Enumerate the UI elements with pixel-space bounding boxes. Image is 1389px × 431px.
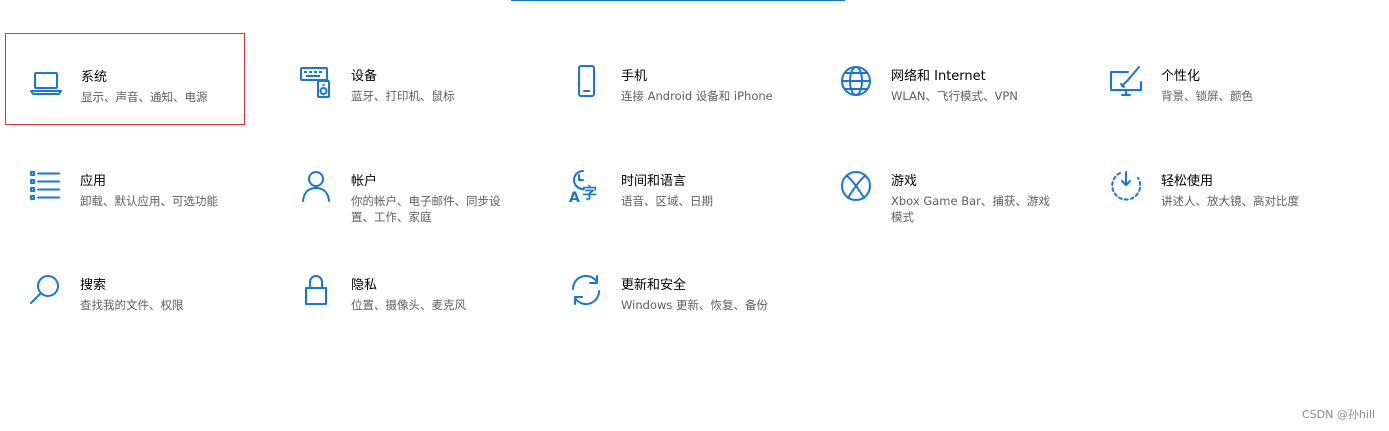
tile-description: 背景、锁屏、颜色 xyxy=(1161,89,1253,103)
tile-title: 轻松使用 xyxy=(1161,174,1214,189)
tile-description: 位置、摄像头、麦克风 xyxy=(351,298,466,312)
tile-description: 你的帐户、电子邮件、同步设置、工作、家庭 xyxy=(351,194,501,224)
time-language-icon: A 字 xyxy=(568,168,604,204)
tile-title: 帐户 xyxy=(351,174,378,189)
tile-description: 语音、区域、日期 xyxy=(621,194,713,208)
tile-description: Xbox Game Bar、捕获、游戏模式 xyxy=(891,194,1050,224)
globe-icon xyxy=(838,63,874,99)
tile-description: 卸载、默认应用、可选功能 xyxy=(80,194,218,208)
tile-title: 隐私 xyxy=(351,278,378,293)
tile-phone[interactable]: 手机 连接 Android 设备和 iPhone xyxy=(546,33,786,125)
tile-title: 网络和 Internet xyxy=(891,69,986,84)
svg-text:A: A xyxy=(569,190,580,204)
tile-time-language[interactable]: A 字 时间和语言 语音、区域、日期 xyxy=(546,138,786,230)
watermark: CSDN @孙hill xyxy=(1302,408,1375,421)
laptop-icon xyxy=(28,64,64,100)
tile-description: Windows 更新、恢复、备份 xyxy=(621,298,768,312)
tile-network[interactable]: 网络和 Internet WLAN、飞行模式、VPN xyxy=(816,33,1056,125)
tile-title: 个性化 xyxy=(1161,69,1201,84)
tile-accounts[interactable]: 帐户 你的帐户、电子邮件、同步设置、工作、家庭 xyxy=(276,138,516,230)
tile-search[interactable]: 搜索 查找我的文件、权限 xyxy=(5,242,245,334)
tile-devices[interactable]: 设备 蓝牙、打印机、鼠标 xyxy=(276,33,516,125)
tile-title: 游戏 xyxy=(891,174,918,189)
tile-personalization[interactable]: 个性化 背景、锁屏、颜色 xyxy=(1086,33,1326,125)
search-icon xyxy=(27,272,63,308)
paint-monitor-icon xyxy=(1108,63,1144,99)
lock-icon xyxy=(298,272,334,308)
tile-title: 搜索 xyxy=(80,278,107,293)
tile-system[interactable]: 系统 显示、声音、通知、电源 xyxy=(5,33,245,125)
tile-ease-of-access[interactable]: 轻松使用 讲述人、放大镜、高对比度 xyxy=(1086,138,1326,230)
tile-privacy[interactable]: 隐私 位置、摄像头、麦克风 xyxy=(276,242,516,334)
apps-list-icon xyxy=(27,168,63,204)
svg-text:字: 字 xyxy=(582,184,597,202)
phone-icon xyxy=(568,63,604,99)
tile-apps[interactable]: 应用 卸载、默认应用、可选功能 xyxy=(5,138,245,230)
tile-description: 显示、声音、通知、电源 xyxy=(81,90,208,104)
settings-grid: 系统 显示、声音、通知、电源 设备 蓝牙、打印机、鼠标 手机 连接 Androi… xyxy=(0,0,1389,431)
tile-description: 讲述人、放大镜、高对比度 xyxy=(1161,194,1299,208)
sync-icon xyxy=(568,272,604,308)
ease-of-access-icon xyxy=(1108,168,1144,204)
tile-description: WLAN、飞行模式、VPN xyxy=(891,89,1018,103)
tile-description: 蓝牙、打印机、鼠标 xyxy=(351,89,455,103)
person-icon xyxy=(298,168,334,204)
xbox-icon xyxy=(838,168,874,204)
tile-title: 设备 xyxy=(351,69,378,84)
tile-description: 连接 Android 设备和 iPhone xyxy=(621,89,773,103)
tile-title: 应用 xyxy=(80,174,107,189)
tile-title: 时间和语言 xyxy=(621,174,687,189)
tile-title: 更新和安全 xyxy=(621,278,687,293)
tile-title: 手机 xyxy=(621,69,648,84)
tile-update-security[interactable]: 更新和安全 Windows 更新、恢复、备份 xyxy=(546,242,786,334)
tile-title: 系统 xyxy=(81,70,108,85)
tile-description: 查找我的文件、权限 xyxy=(80,298,184,312)
keyboard-speaker-icon xyxy=(298,63,334,99)
tile-gaming[interactable]: 游戏 Xbox Game Bar、捕获、游戏模式 xyxy=(816,138,1056,230)
